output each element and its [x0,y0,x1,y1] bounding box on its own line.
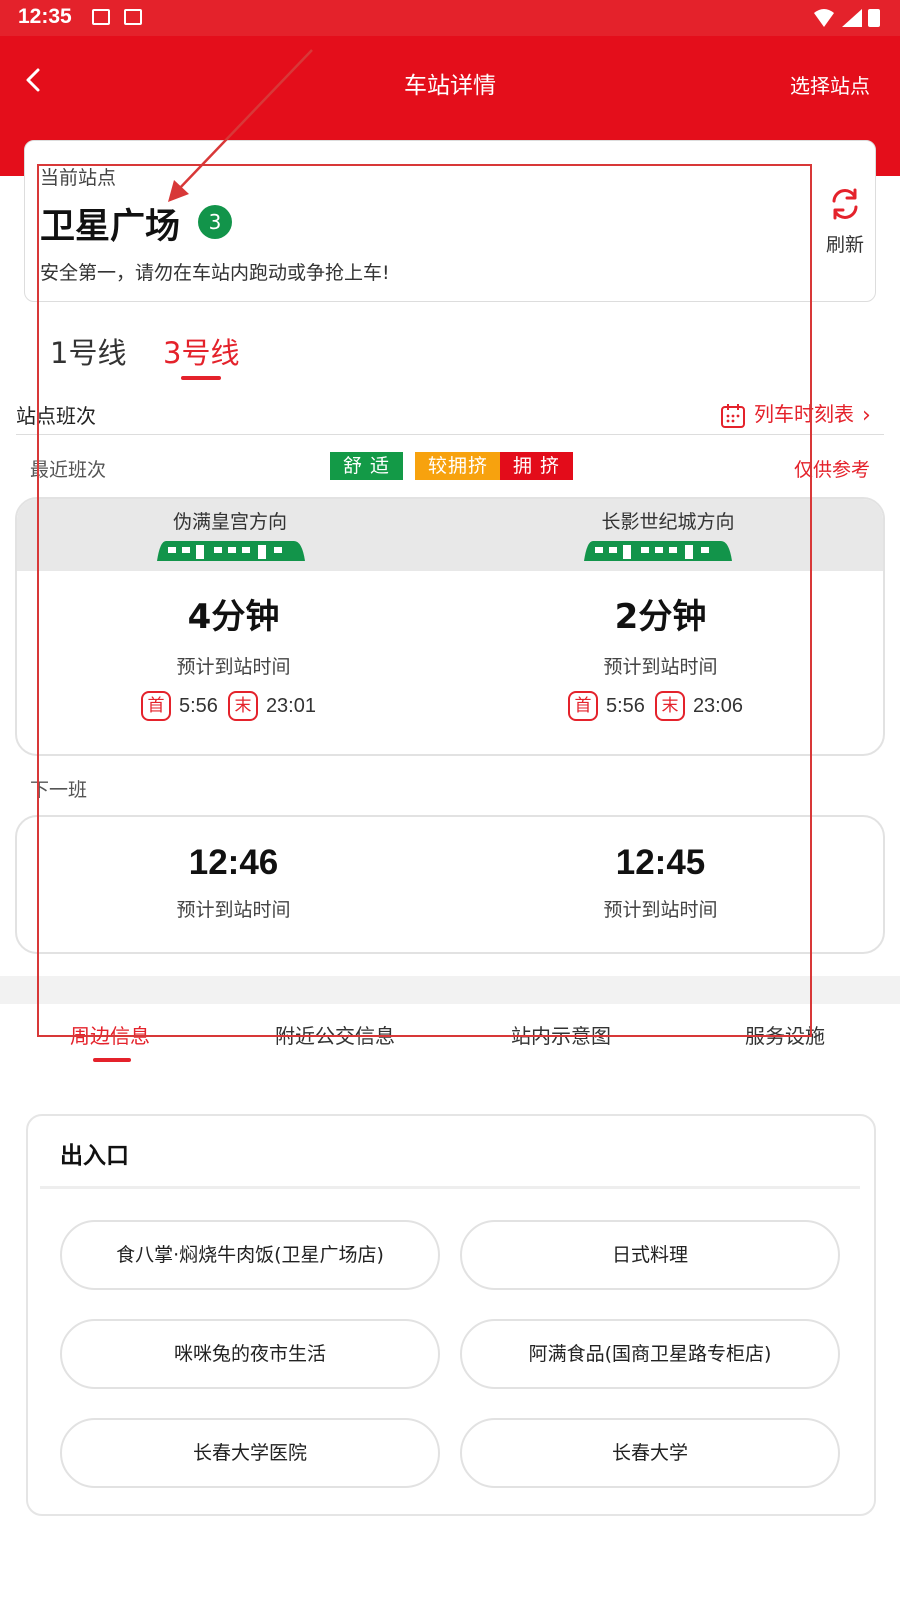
refresh-button[interactable]: 刷新 [815,186,875,266]
exit-item[interactable]: 长春大学医院 [60,1418,440,1488]
page-title: 车站详情 [404,73,496,99]
minutes-until-arrival: 2分钟 [614,597,707,637]
eta-label: 预计到站时间 [603,899,718,921]
station-name: 卫星广场 [40,207,181,247]
train-icon [584,541,732,561]
first-train-badge: 首 [568,691,598,721]
exit-item[interactable]: 长春大学 [460,1418,840,1488]
legend-comfortable: 舒 适 [330,452,404,480]
train-icon [157,541,305,561]
tab-line-1[interactable]: 1号线 [50,330,126,372]
active-tab-indicator [181,376,221,380]
font-icon [124,9,142,25]
tab-nearby-info[interactable]: 周边信息 [70,1020,150,1049]
calendar-icon [721,403,745,428]
wifi-icon [814,9,834,27]
refresh-icon [832,188,858,220]
chevron-right-icon: › [862,403,871,428]
next-train-label: 下一班 [30,779,88,801]
tab-station-map[interactable]: 站内示意图 [511,1020,611,1049]
gallery-icon [92,9,110,25]
eta-label: 预计到站时间 [603,656,718,678]
divider [16,434,884,435]
active-tab-indicator [93,1058,131,1062]
section-separator [0,976,900,1004]
next-train-time: 12:46 [188,843,279,882]
status-time: 12:35 [18,5,72,28]
line-badge: 3 [198,205,232,239]
legend-crowded: 拥 挤 [500,452,574,480]
section-label-schedule: 站点班次 [16,404,96,428]
next-train-column: 12:46 预计到站时间 [17,843,450,922]
recent-trains-label: 最近班次 [30,459,107,481]
direction-card: 伪满皇宫方向 长影世纪城方向 4分钟 预计到站时间 首 5:56 末 23:01 2分… [15,497,885,756]
divider [40,1186,860,1189]
direction-name: 伪满皇宫方向 [172,511,287,533]
direction-arrival: 4分钟 预计到站时间 首 5:56 末 23:01 [17,589,450,721]
direction-arrival: 2分钟 预计到站时间 首 5:56 末 23:06 [444,589,877,721]
safety-tip: 安全第一，请勿在车站内跑动或争抢上车! [40,262,390,284]
current-station-label: 当前站点 [40,167,117,189]
signal-icon [842,9,862,27]
last-train-time: 23:06 [692,694,743,717]
first-last-train: 首 5:56 末 23:06 [444,691,877,721]
first-train-time: 5:56 [179,694,218,717]
next-train-card: 12:46 预计到站时间 12:45 预计到站时间 [15,815,885,954]
refresh-label: 刷新 [825,234,864,256]
minutes-until-arrival: 4分钟 [187,597,280,637]
tab-line-3[interactable]: 3号线 [163,330,239,372]
tab-facilities[interactable]: 服务设施 [745,1020,825,1049]
timetable-link-label: 列车时刻表 [754,402,854,426]
last-train-time: 23:01 [265,694,316,717]
eta-label: 预计到站时间 [176,899,291,921]
legend-busy: 较拥挤 [415,452,502,480]
next-train-column: 12:45 预计到站时间 [444,843,877,922]
exits-title: 出入口 [60,1143,129,1169]
timetable-link[interactable]: 列车时刻表 › [720,398,871,428]
reference-note: 仅供参考 [793,459,870,481]
status-icons [814,9,880,27]
select-station-button[interactable]: 选择站点 [790,70,870,99]
last-train-badge: 末 [654,691,685,721]
first-train-badge: 首 [141,691,171,721]
direction-name: 长影世纪城方向 [601,511,735,533]
exit-item[interactable]: 阿满食品(国商卫星路专柜店) [460,1319,840,1389]
first-last-train: 首 5:56 末 23:01 [17,691,450,721]
exit-item[interactable]: 日式料理 [460,1220,840,1290]
eta-label: 预计到站时间 [176,656,291,678]
exit-item[interactable]: 咪咪兔的夜市生活 [60,1319,440,1389]
next-train-time: 12:45 [615,843,706,882]
battery-icon [868,9,880,27]
last-train-badge: 末 [227,691,258,721]
tab-nearby-bus[interactable]: 附近公交信息 [275,1020,395,1049]
status-bar: 12:35 [0,0,900,36]
exit-item[interactable]: 食八掌·焖烧牛肉饭(卫星广场店) [60,1220,440,1290]
first-train-time: 5:56 [606,694,645,717]
